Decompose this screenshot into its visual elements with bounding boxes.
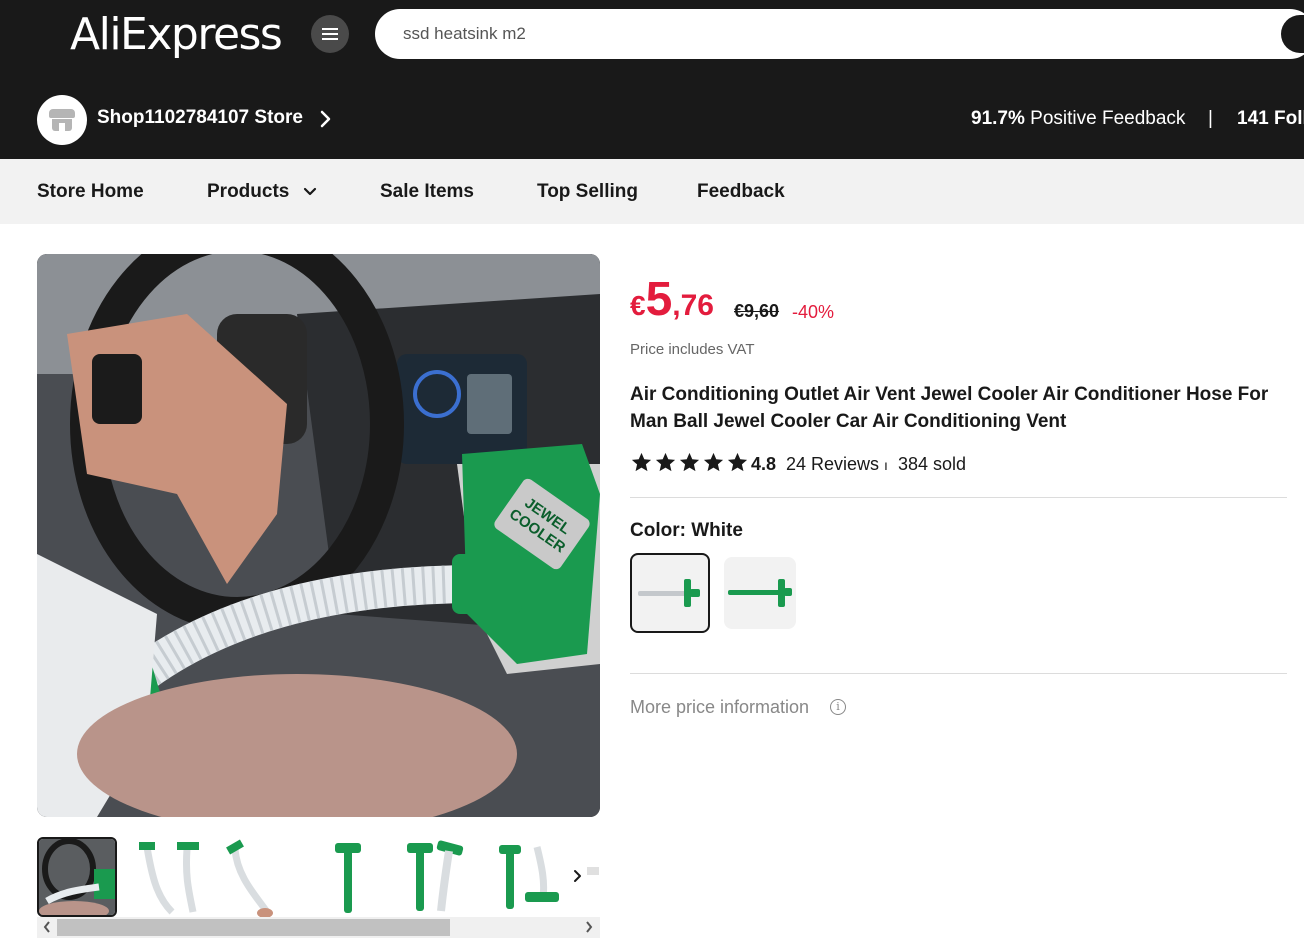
search-input[interactable] xyxy=(403,9,1263,59)
nav-sale-items[interactable]: Sale Items xyxy=(380,181,474,203)
thumbnail-image xyxy=(127,837,207,917)
aliexpress-logo[interactable]: AliExpress xyxy=(70,8,283,62)
sold-count: 384 sold xyxy=(898,454,967,474)
thumbnail-5[interactable] xyxy=(397,837,477,917)
nav-products-label: Products xyxy=(207,181,290,202)
star-icon xyxy=(655,452,676,472)
thumbnail-image xyxy=(307,837,387,917)
scroll-right-icon[interactable] xyxy=(584,919,594,935)
star-icon xyxy=(727,452,748,472)
nav-top-selling[interactable]: Top Selling xyxy=(537,181,638,203)
star-icon xyxy=(631,452,652,472)
store-followers: 141 Foll xyxy=(1237,108,1304,129)
color-swatch-white[interactable] xyxy=(630,553,710,633)
thumbnail-3[interactable] xyxy=(217,837,297,917)
vat-note: Price includes VAT xyxy=(630,341,755,358)
menu-button[interactable] xyxy=(311,15,349,53)
search-bar xyxy=(375,9,1304,59)
rating-stars[interactable] xyxy=(630,451,749,475)
divider xyxy=(630,673,1287,674)
feedback-percent: 91.7% xyxy=(971,108,1025,129)
info-icon[interactable]: i xyxy=(830,699,846,715)
thumbnail-strip xyxy=(37,837,600,917)
store-avatar[interactable] xyxy=(37,95,87,145)
star-icon xyxy=(703,452,724,472)
rating-value: 4.8 xyxy=(751,454,777,474)
thumbnail-1[interactable] xyxy=(37,837,117,917)
scrollbar-thumb[interactable] xyxy=(57,919,450,936)
reviews-link[interactable]: 24 Reviews xyxy=(786,454,879,475)
thumbnail-image xyxy=(217,837,297,917)
swatch-image xyxy=(638,579,700,607)
header-separator: | xyxy=(1208,108,1213,129)
thumbnail-next-icon[interactable] xyxy=(572,868,584,884)
thumbnail-image xyxy=(487,837,567,917)
thumbnail-6[interactable] xyxy=(487,837,567,917)
rating-separator: ı xyxy=(884,457,888,473)
product-title: Air Conditioning Outlet Air Vent Jewel C… xyxy=(630,384,1269,432)
star-icon xyxy=(679,452,700,472)
nav-products[interactable]: Products xyxy=(207,181,317,203)
price-currency: € xyxy=(630,290,646,321)
color-swatch-green[interactable] xyxy=(724,557,796,629)
price-decimal: ,76 xyxy=(672,289,714,322)
discount-badge: -40% xyxy=(792,302,835,322)
thumbnail-2[interactable] xyxy=(127,837,207,917)
more-price-info-link[interactable]: More price information xyxy=(630,697,809,718)
product-photo: JEWELCOOLER xyxy=(37,254,600,817)
shop-icon xyxy=(49,109,75,131)
nav-store-home[interactable]: Store Home xyxy=(37,181,144,203)
chevron-right-icon[interactable] xyxy=(319,108,333,130)
divider xyxy=(630,497,1287,498)
thumbnail-image xyxy=(39,839,115,915)
hamburger-icon xyxy=(322,28,338,40)
store-name-link[interactable]: Shop1102784107 Store xyxy=(97,107,303,129)
original-price: €9,60 xyxy=(734,301,780,321)
store-nav xyxy=(0,159,1304,224)
current-price: €5,76 xyxy=(630,272,714,327)
color-label: Color: White xyxy=(630,520,743,541)
thumbnail-scrollbar[interactable] xyxy=(37,917,600,938)
product-main-image[interactable]: JEWEL COOLER xyxy=(37,254,600,817)
price-integer: 5 xyxy=(645,273,673,326)
store-feedback: 91.7% Positive Feedback xyxy=(971,108,1185,130)
thumbnail-4[interactable] xyxy=(307,837,387,917)
chevron-down-icon xyxy=(303,187,316,196)
scroll-left-icon[interactable] xyxy=(42,919,52,935)
nav-feedback[interactable]: Feedback xyxy=(697,181,785,203)
feedback-label: Positive Feedback xyxy=(1030,108,1186,129)
thumbnail-image xyxy=(397,837,477,917)
swatch-image xyxy=(728,579,792,607)
